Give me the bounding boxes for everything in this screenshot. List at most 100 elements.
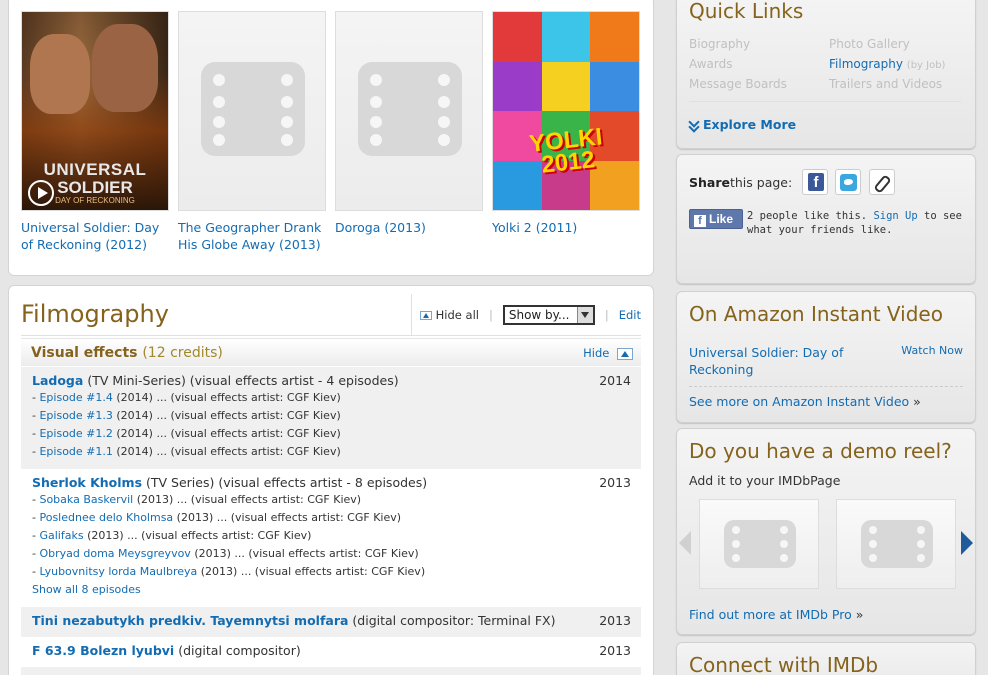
hide-all-button[interactable]: Hide all	[419, 308, 479, 322]
credit-row: Ladoga (TV Mini-Series) (visual effects …	[21, 367, 641, 469]
quick-links-title: Quick Links	[689, 0, 804, 23]
poster-placeholder[interactable]	[178, 11, 326, 211]
episode-detail: (2014) ... (visual effects artist: CGF K…	[116, 409, 341, 422]
episode-item: - Obryad doma Meysgreyvov (2013) ... (vi…	[32, 547, 419, 560]
episode-link[interactable]: Episode #1.1	[39, 445, 112, 458]
collapse-arrow-icon	[419, 311, 432, 320]
credit-title-link[interactable]: Sherlok Kholms	[32, 475, 142, 490]
quick-link-trailers[interactable]: Trailers and Videos	[829, 77, 942, 91]
poster-universal-soldier[interactable]: UNIVERSAL SOLDIER DAY OF RECKONING	[21, 11, 169, 211]
known-for-title[interactable]: Yolki 2 (2011)	[492, 219, 640, 236]
film-placeholder-icon	[358, 62, 462, 156]
imdb-pro-link[interactable]: Find out more at IMDb Pro	[689, 607, 852, 622]
known-for-item[interactable]: The Geographer Drank His Globe Away (201…	[178, 11, 326, 253]
category-hide-button[interactable]: Hide	[583, 346, 633, 360]
see-more-amazon-link[interactable]: See more on Amazon Instant Video	[689, 394, 909, 409]
raquo: »	[855, 607, 864, 622]
credit-year: 2014	[599, 373, 631, 388]
show-all-episodes-link[interactable]: Show all 8 episodes	[32, 581, 631, 599]
episode-item: - Episode #1.3 (2014) ... (visual effect…	[32, 409, 341, 422]
poster-yolki[interactable]: YOLKI 2012	[492, 11, 640, 211]
known-for-item[interactable]: YOLKI 2012 Yolki 2 (2011)	[492, 11, 640, 236]
quick-link-awards[interactable]: Awards	[689, 57, 732, 71]
connect-panel: Connect with IMDb	[676, 642, 976, 675]
share-label-bold: Share	[689, 175, 730, 190]
credit-row: Sherlok Kholms (TV Series) (visual effec…	[21, 469, 641, 607]
play-icon[interactable]	[28, 180, 54, 206]
episode-link[interactable]: Poslednee delo Kholmsa	[39, 511, 173, 524]
carousel-next-icon[interactable]	[961, 531, 973, 555]
known-for-title[interactable]: The Geographer Drank His Globe Away (201…	[178, 219, 326, 253]
quick-link-biography[interactable]: Biography	[689, 37, 750, 51]
facebook-like-button[interactable]: f Like	[689, 209, 743, 229]
credit-title-link[interactable]: Ladoga	[32, 373, 83, 388]
credit-line: F 63.9 Bolezn lyubvi (digital compositor…	[32, 643, 631, 659]
demo-reel-thumbnail[interactable]	[836, 499, 956, 589]
explore-more-link[interactable]: Explore More	[689, 117, 796, 132]
episode-link[interactable]: Sobaka Baskervil	[39, 493, 133, 506]
like-label: Like	[709, 212, 734, 226]
carousel-prev-icon[interactable]	[679, 531, 691, 555]
episode-link[interactable]: Obryad doma Meysgreyvov	[39, 547, 190, 560]
episode-detail: (2014) ... (visual effects artist: CGF K…	[116, 391, 341, 404]
dropdown-arrow-icon[interactable]	[576, 307, 593, 323]
quick-link-photo-gallery[interactable]: Photo Gallery	[829, 37, 910, 51]
hide-all-label: Hide all	[435, 308, 479, 322]
quick-link-filmography[interactable]: Filmography (by Job)	[829, 57, 945, 71]
filmography-header: Filmography Hide all | Show by... | Edit	[21, 294, 641, 336]
credit-row	[21, 667, 641, 675]
credit-description: (TV Series) (visual effects artist - 8 e…	[146, 475, 428, 490]
episode-item: - Lyubovnitsy lorda Maulbreya (2013) ...…	[32, 565, 426, 578]
category-title[interactable]: Visual effects (12 credits)	[31, 345, 223, 361]
episode-item: - Episode #1.1 (2014) ... (visual effect…	[32, 445, 341, 458]
credit-year: 2013	[599, 643, 631, 658]
known-for-title[interactable]: Universal Soldier: Day of Reckoning (201…	[21, 219, 169, 253]
credit-title-link[interactable]: F 63.9 Bolezn lyubvi	[32, 643, 174, 658]
credit-description: (digital compositor)	[178, 643, 301, 658]
episode-detail: (2013) ... (visual effects artist: CGF K…	[136, 493, 362, 506]
share-label: Share this page:	[689, 175, 792, 190]
show-by-select[interactable]: Show by...	[502, 305, 595, 325]
divider	[689, 386, 963, 387]
episode-link[interactable]: Episode #1.4	[39, 391, 112, 404]
episode-detail: (2014) ... (visual effects artist: CGF K…	[116, 445, 341, 458]
sign-up-link[interactable]: Sign Up	[873, 210, 917, 222]
credit-line: Ladoga (TV Mini-Series) (visual effects …	[32, 373, 631, 389]
facebook-share-icon[interactable]	[802, 169, 828, 195]
known-for-item[interactable]: UNIVERSAL SOLDIER DAY OF RECKONING Unive…	[21, 11, 169, 253]
quick-link-message-boards[interactable]: Message Boards	[689, 77, 787, 91]
like-text-pre: 2 people like this.	[747, 210, 874, 222]
category-name: Visual effects	[31, 345, 138, 361]
known-for-item[interactable]: Doroga (2013)	[335, 11, 483, 236]
raquo: »	[913, 394, 921, 409]
amazon-item-link[interactable]: Universal Soldier: Day of Reckoning	[689, 344, 859, 378]
episode-detail: (2013) ... (visual effects artist: CGF K…	[87, 529, 312, 542]
known-for-title[interactable]: Doroga (2013)	[335, 219, 483, 236]
twitter-share-icon[interactable]	[835, 169, 861, 195]
episode-link[interactable]: Episode #1.2	[39, 427, 112, 440]
credit-title-link[interactable]: Tini nezabutykh predkiv. Tayemnytsi molf…	[32, 613, 348, 628]
edit-link[interactable]: Edit	[619, 308, 641, 322]
episode-detail: (2013) ... (visual effects artist: CGF K…	[176, 511, 402, 524]
amazon-see-more: See more on Amazon Instant Video »	[689, 394, 921, 409]
episode-link[interactable]: Episode #1.3	[39, 409, 112, 422]
poster-placeholder[interactable]	[335, 11, 483, 211]
collapse-arrow-icon	[617, 347, 633, 360]
divider	[689, 101, 961, 102]
demo-reel-title: Do you have a demo reel?	[689, 439, 952, 463]
episode-link[interactable]: Lyubovnitsy lorda Maulbreya	[39, 565, 197, 578]
credit-line: Sherlok Kholms (TV Series) (visual effec…	[32, 475, 631, 491]
demo-reel-subtitle: Add it to your IMDbPage	[689, 473, 841, 488]
episode-item: - Episode #1.4 (2014) ... (visual effect…	[32, 391, 341, 404]
like-text: 2 people like this. Sign Up to see what …	[747, 209, 967, 237]
film-placeholder-icon	[201, 62, 305, 156]
episode-detail: (2013) ... (visual effects artist: CGF K…	[200, 565, 426, 578]
credit-row: Tini nezabutykh predkiv. Tayemnytsi molf…	[21, 607, 641, 637]
episode-link[interactable]: Galifaks	[39, 529, 83, 542]
poster-figure	[30, 34, 90, 114]
watch-now-link[interactable]: Watch Now	[901, 344, 963, 357]
link-share-icon[interactable]	[869, 169, 895, 195]
demo-reel-thumbnail[interactable]	[699, 499, 819, 589]
amazon-title: On Amazon Instant Video	[689, 302, 943, 326]
connect-title: Connect with IMDb	[689, 653, 879, 675]
